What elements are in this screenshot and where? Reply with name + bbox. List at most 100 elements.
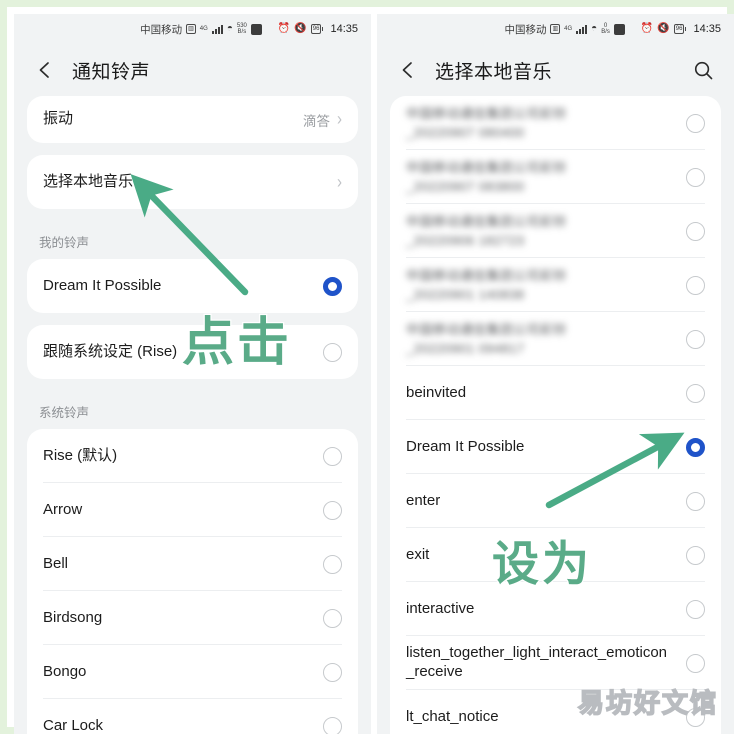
- list-item-car-lock[interactable]: Car Lock: [27, 699, 358, 734]
- battery-level-label: 96: [310, 24, 322, 34]
- row-label: lt_chat_notice: [406, 707, 499, 725]
- choose-local-music-card: 选择本地音乐 ›: [27, 155, 358, 209]
- radio-button[interactable]: [686, 545, 705, 565]
- right-phone-screen: 中国移动 ▥ 4G ◓ 0 B/s ⏰ 🔇 96 14:35 选择本地音乐 中国…: [377, 14, 734, 734]
- radio-button[interactable]: [323, 554, 342, 574]
- battery-icon: 96: [310, 24, 324, 34]
- radio-button[interactable]: [686, 113, 705, 133]
- data-rate-unit: B/s: [601, 29, 610, 35]
- status-bar-right: 中国移动 ▥ 4G ◓ 0 B/s ⏰ 🔇 96 14:35: [377, 14, 734, 44]
- list-item-exit[interactable]: exit: [390, 528, 721, 582]
- row-label: interactive: [406, 599, 475, 617]
- radio-button[interactable]: [686, 707, 705, 727]
- list-item-follow-system[interactable]: 跟随系统设定 (Rise): [27, 325, 358, 379]
- clock-label: 14:35: [330, 23, 358, 35]
- list-item-rise[interactable]: Rise (默认): [27, 429, 358, 483]
- row-label: enter: [406, 491, 441, 509]
- row-vibration[interactable]: 振动 滴答 ›: [27, 96, 358, 143]
- radio-button[interactable]: [686, 221, 705, 241]
- blurred-track-name: 中国移动通信集团公司彩铃 _20220906 182723: [406, 213, 567, 249]
- clock-label: 14:35: [693, 23, 721, 35]
- radio-button[interactable]: [323, 500, 342, 520]
- list-item-bell[interactable]: Bell: [27, 537, 358, 591]
- list-item-listen-together[interactable]: listen_together_light_interact_emoticon_…: [390, 636, 721, 690]
- mute-icon: 🔇: [294, 23, 307, 34]
- data-rate-icon: 530 B/s: [237, 23, 247, 35]
- sim-card-icon: ▥: [550, 24, 561, 34]
- page-title: 通知铃声: [72, 61, 151, 83]
- radio-button[interactable]: [686, 329, 705, 349]
- carrier-label: 中国移动: [504, 23, 547, 36]
- row-label: 振动: [43, 110, 74, 128]
- carrier-label: 中国移动: [140, 23, 183, 36]
- list-item-arrow[interactable]: Arrow: [27, 483, 358, 537]
- section-label-my-ringtones: 我的铃声: [39, 236, 90, 250]
- row-label: Arrow: [43, 500, 83, 518]
- row-choose-local-music[interactable]: 选择本地音乐 ›: [27, 155, 358, 209]
- chevron-right-icon: ›: [337, 171, 342, 193]
- list-item-interactive[interactable]: interactive: [390, 582, 721, 636]
- battery-icon: 96: [673, 24, 687, 34]
- list-item-enter[interactable]: enter: [390, 474, 721, 528]
- radio-button[interactable]: [686, 167, 705, 187]
- row-label: Dream It Possible: [406, 437, 525, 455]
- right-title-bar: 选择本地音乐: [377, 44, 734, 96]
- radio-button[interactable]: [686, 491, 705, 511]
- data-rate-icon: 0 B/s: [601, 23, 610, 35]
- list-item[interactable]: 中国移动通信集团公司彩铃 _20220906 182723: [390, 204, 721, 258]
- radio-button[interactable]: [323, 662, 342, 682]
- row-label: Bell: [43, 554, 69, 572]
- list-item-bongo[interactable]: Bongo: [27, 645, 358, 699]
- radio-button[interactable]: [323, 608, 342, 628]
- screenshot-frame: 中国移动 ▥ 4G ◓ 530 B/s ⏰ 🔇 96 14:35 通知铃声 振动…: [0, 0, 734, 734]
- status-bar-left: 中国移动 ▥ 4G ◓ 530 B/s ⏰ 🔇 96 14:35: [14, 14, 371, 44]
- blurred-track-name: 中国移动通信集团公司彩铃 _20220907 080400: [406, 105, 567, 141]
- list-item-lt-chat-notice[interactable]: lt_chat_notice: [390, 690, 721, 734]
- row-label: Rise (默认): [43, 446, 118, 464]
- do-not-disturb-icon: [613, 23, 625, 35]
- vibration-card: 振动 滴答 ›: [27, 96, 358, 143]
- system-ringtones-card: Rise (默认) Arrow Bell Birdsong Bongo Car …: [27, 429, 358, 734]
- back-arrow-icon[interactable]: [32, 57, 58, 83]
- mute-icon: 🔇: [657, 23, 670, 34]
- left-title-bar: 通知铃声: [14, 44, 371, 96]
- row-label: 选择本地音乐: [43, 172, 134, 190]
- list-item[interactable]: 中国移动通信集团公司彩铃 _20220901 094817: [390, 312, 721, 366]
- alarm-icon: ⏰: [277, 23, 291, 34]
- blurred-track-name: 中国移动通信集团公司彩铃 _20220901 094817: [406, 321, 567, 357]
- row-label: Birdsong: [43, 608, 103, 626]
- row-label: listen_together_light_interact_emoticon_…: [406, 644, 667, 680]
- chevron-right-icon: ›: [337, 108, 342, 131]
- list-item[interactable]: 中国移动通信集团公司彩铃 _20220907 083800: [390, 150, 721, 204]
- do-not-disturb-icon: [250, 23, 262, 35]
- radio-button[interactable]: [686, 653, 705, 673]
- radio-button[interactable]: [686, 599, 705, 619]
- data-rate-unit: B/s: [237, 29, 247, 35]
- right-content-scroll[interactable]: 中国移动通信集团公司彩铃 _20220907 080400 中国移动通信集团公司…: [377, 96, 734, 734]
- battery-level-label: 96: [673, 24, 685, 34]
- row-label: 跟随系统设定 (Rise): [43, 342, 178, 360]
- list-item[interactable]: 中国移动通信集团公司彩铃 _20220901 140838: [390, 258, 721, 312]
- list-item[interactable]: 中国移动通信集团公司彩铃 _20220907 080400: [390, 96, 721, 150]
- blurred-track-name: 中国移动通信集团公司彩铃 _20220907 083800: [406, 159, 567, 195]
- list-item-dream-it-possible[interactable]: Dream It Possible: [27, 259, 358, 313]
- radio-button[interactable]: [686, 383, 705, 403]
- list-item-dream-it-possible[interactable]: Dream It Possible: [390, 420, 721, 474]
- alarm-icon: ⏰: [640, 23, 654, 34]
- signal-bars-icon: [211, 24, 223, 34]
- radio-button-selected[interactable]: [323, 276, 342, 296]
- radio-button[interactable]: [323, 716, 342, 734]
- search-icon[interactable]: [690, 57, 716, 83]
- radio-button[interactable]: [323, 342, 342, 362]
- list-item-beinvited[interactable]: beinvited: [390, 366, 721, 420]
- left-phone-screen: 中国移动 ▥ 4G ◓ 530 B/s ⏰ 🔇 96 14:35 通知铃声 振动…: [14, 14, 371, 734]
- radio-button[interactable]: [686, 275, 705, 295]
- signal-bars-icon: [576, 24, 588, 34]
- row-label: beinvited: [406, 383, 467, 401]
- radio-button[interactable]: [323, 446, 342, 466]
- radio-button-selected[interactable]: [686, 437, 705, 457]
- left-content-scroll[interactable]: 振动 滴答 › 选择本地音乐 › 我的铃声 Dream It Possible: [14, 96, 371, 734]
- list-item-birdsong[interactable]: Birdsong: [27, 591, 358, 645]
- back-arrow-icon[interactable]: [395, 57, 421, 83]
- follow-system-card: 跟随系统设定 (Rise): [27, 325, 358, 379]
